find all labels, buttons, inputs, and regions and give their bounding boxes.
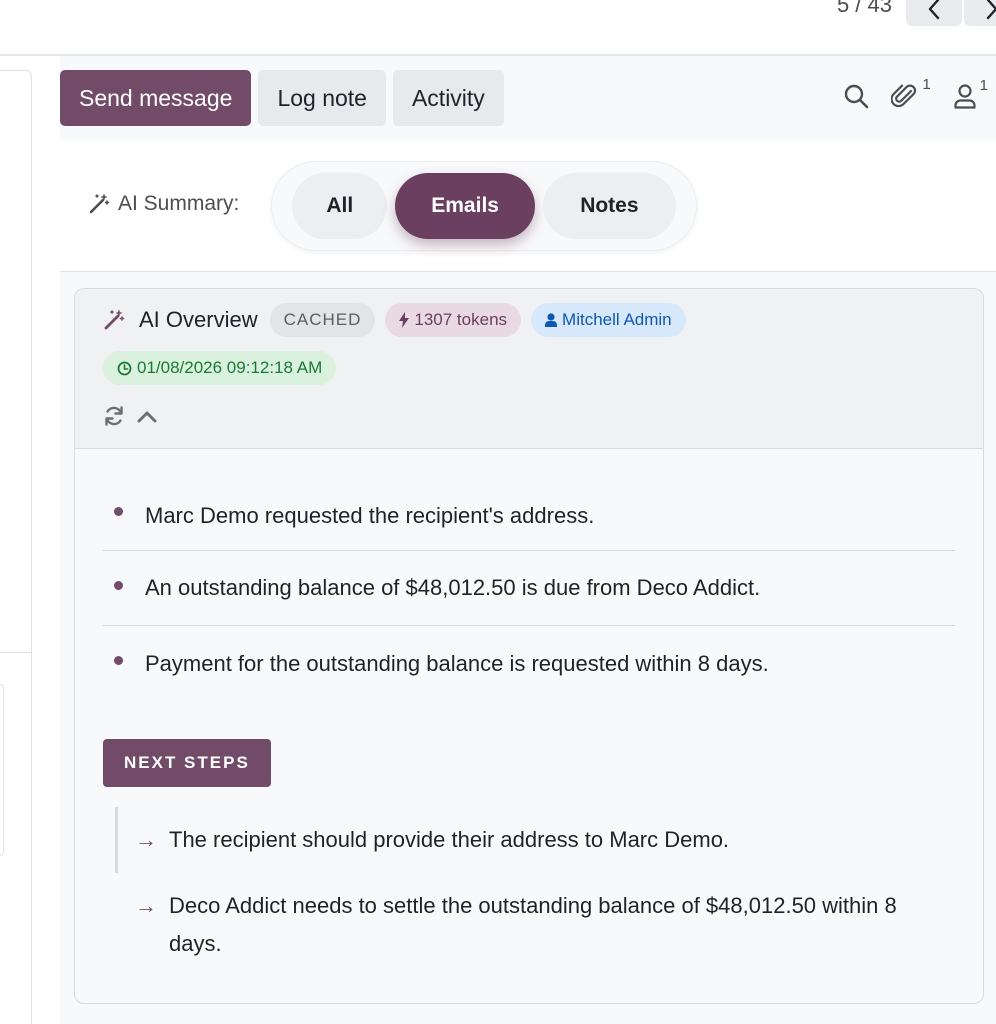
summary-point: Payment for the outstanding balance is r… xyxy=(103,626,955,701)
activity-button[interactable]: Activity xyxy=(392,70,504,126)
next-step-item: → The recipient should provide their add… xyxy=(115,807,935,859)
ai-overview-header-row: AI Overview CACHED 1307 tokens Mitchell … xyxy=(103,303,686,337)
timestamp-text: 01/08/2026 09:12:18 AM xyxy=(137,358,323,377)
magic-wand-icon xyxy=(104,310,125,330)
pager-value: 5 / 43 xyxy=(836,0,892,17)
refresh-button[interactable] xyxy=(103,405,125,432)
tokens-badge-text: 1307 tokens xyxy=(414,310,508,329)
followers-count: 1 xyxy=(979,77,988,94)
user-badge: Mitchell Admin xyxy=(531,303,686,337)
attachments-count: 1 xyxy=(922,76,931,93)
chatter-panel: Send message Log note Activity 1 1 AI Su… xyxy=(60,56,996,1024)
collapse-button[interactable] xyxy=(137,409,157,428)
magic-wand-icon xyxy=(89,194,110,214)
chatter-actions: Send message Log note Activity xyxy=(60,70,504,126)
filter-notes-button[interactable]: Notes xyxy=(542,173,677,239)
paperclip-icon xyxy=(891,84,917,108)
timestamp-badge: 01/08/2026 09:12:18 AM xyxy=(103,351,337,385)
filter-all-button[interactable]: All xyxy=(292,173,388,239)
next-step-text: Deco Addict needs to settle the outstand… xyxy=(169,893,897,956)
ai-overview-title: AI Overview xyxy=(139,307,258,332)
clock-icon xyxy=(117,361,132,375)
arrow-right-icon: → xyxy=(135,893,157,918)
form-sheet-edge xyxy=(0,70,32,1024)
summary-point: An outstanding balance of $48,012.50 is … xyxy=(103,551,955,626)
form-divider xyxy=(0,652,32,653)
ai-summary-label-group: AI Summary: xyxy=(88,192,239,216)
log-note-button[interactable]: Log note xyxy=(258,70,386,126)
user-icon xyxy=(954,84,976,109)
ai-overview-controls xyxy=(103,405,157,432)
chevron-left-icon xyxy=(928,0,940,20)
ai-summary-filter-toggle: All Emails Notes xyxy=(271,161,697,251)
filter-emails-button[interactable]: Emails xyxy=(395,173,535,239)
ai-summary-filter-row: AI Summary: All Emails Notes xyxy=(60,140,996,272)
next-steps-list: → The recipient should provide their add… xyxy=(115,807,935,963)
summary-points: Marc Demo requested the recipient's addr… xyxy=(103,481,955,701)
bolt-icon xyxy=(399,312,410,328)
followers-button[interactable]: 1 xyxy=(953,77,988,109)
tokens-badge: 1307 tokens xyxy=(385,303,522,337)
ai-overview-card: AI Overview CACHED 1307 tokens Mitchell … xyxy=(74,288,984,1004)
search-messages-button[interactable] xyxy=(843,83,869,109)
ai-summary-label: AI Summary: xyxy=(118,192,240,215)
search-icon xyxy=(845,84,869,109)
top-bar: 5 / 43 xyxy=(0,0,996,56)
next-steps-badge: NEXT STEPS xyxy=(103,739,271,787)
attachments-button[interactable]: 1 xyxy=(891,76,931,110)
pager-next-button[interactable] xyxy=(964,0,996,26)
cached-badge: CACHED xyxy=(269,303,376,337)
chevron-right-icon xyxy=(986,0,996,20)
user-badge-text: Mitchell Admin xyxy=(562,310,672,329)
chevron-up-icon xyxy=(137,411,157,423)
form-inner-box-edge xyxy=(0,684,4,856)
arrow-right-icon: → xyxy=(135,827,157,852)
ai-overview-header: AI Overview CACHED 1307 tokens Mitchell … xyxy=(75,289,983,449)
chatter-tools: 1 1 xyxy=(843,76,988,110)
pager-previous-button[interactable] xyxy=(906,0,962,26)
user-icon xyxy=(545,313,558,327)
next-step-text: The recipient should provide their addre… xyxy=(169,827,730,852)
summary-point: Marc Demo requested the recipient's addr… xyxy=(103,481,955,551)
send-message-button[interactable]: Send message xyxy=(60,70,252,126)
next-step-item: → Deco Addict needs to settle the outsta… xyxy=(115,887,925,963)
refresh-icon xyxy=(105,406,123,426)
